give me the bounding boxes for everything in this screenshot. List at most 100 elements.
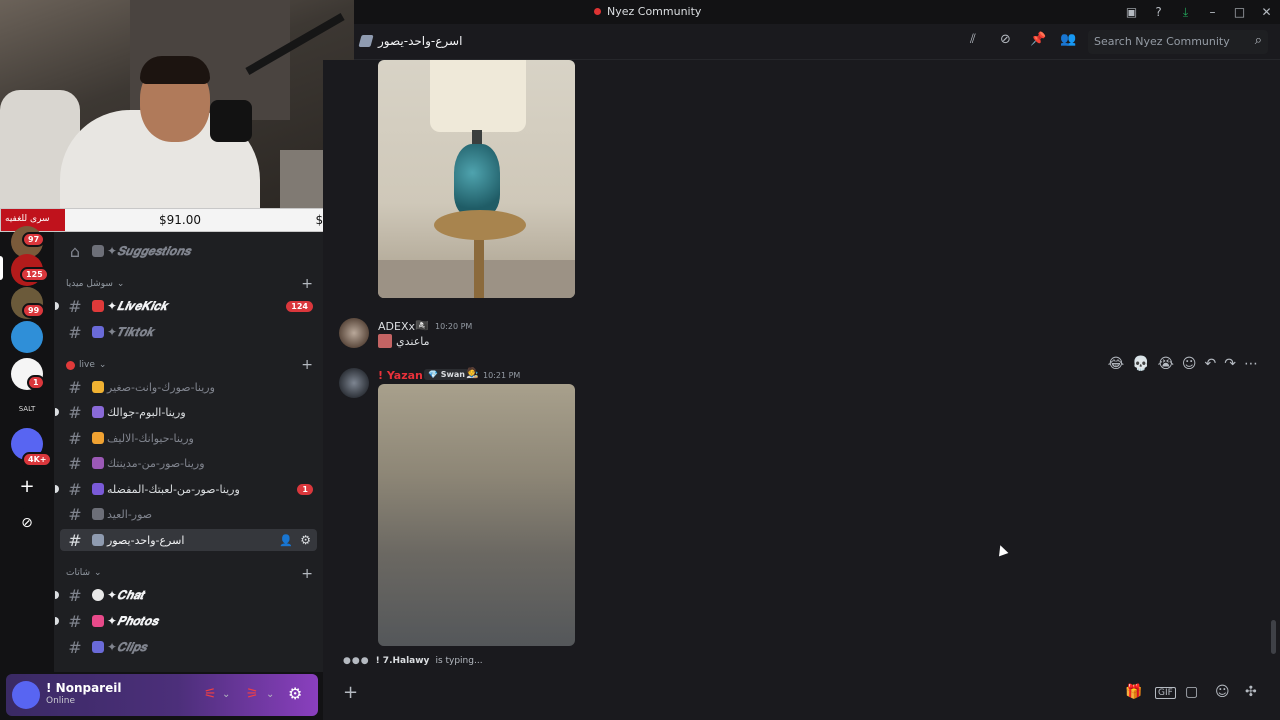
invite-icon[interactable]: 👤	[279, 534, 293, 547]
server-icon[interactable]: SALT	[11, 393, 43, 425]
message-image-attachment[interactable]	[378, 60, 575, 298]
sticker-icon[interactable]: ▢	[1185, 684, 1198, 700]
gear-icon[interactable]: ⚙	[288, 684, 302, 703]
chevron-down-icon[interactable]: ⌄	[266, 689, 274, 700]
scrollbar-thumb[interactable]	[1271, 620, 1276, 654]
hash-icon: #	[68, 530, 82, 550]
role-icon: 🧑‍🎨	[466, 368, 479, 379]
role-icon: 🏴‍☠️	[415, 319, 429, 332]
search-input[interactable]: Search Nyez Community ⌕	[1088, 30, 1268, 54]
reaction-laugh[interactable]: 😂	[1108, 356, 1124, 372]
minimize-icon[interactable]: –	[1199, 5, 1226, 19]
chevron-down-icon[interactable]: ⌄	[222, 689, 230, 700]
headphones-muted-icon[interactable]: ⚞	[246, 686, 259, 702]
members-icon[interactable]: 👥	[1060, 32, 1076, 47]
category-live[interactable]: live ⌄	[66, 360, 106, 370]
image-lampshade	[430, 60, 526, 132]
username: ! Nonpareil	[46, 681, 122, 695]
window-controls: ▣ ? ⤓ – □ ✕	[1118, 0, 1280, 24]
reaction-skull[interactable]: 💀	[1132, 356, 1149, 372]
forward-icon[interactable]: ↷	[1224, 356, 1236, 372]
server-badge: 99	[22, 303, 46, 318]
channel-chat[interactable]: # ✦𝑪𝒉𝒂𝒕	[55, 584, 317, 606]
message-composer[interactable]: + 🎁 GIF ▢ ☺ ✣	[323, 672, 1280, 720]
message-image-attachment[interactable]	[378, 384, 575, 646]
channel-title-text: اسرع-واحد-يصور	[378, 34, 463, 48]
avatar[interactable]	[339, 368, 369, 398]
channel-label: ورينا-صورك-وانت-صغير	[107, 380, 215, 394]
live-dot-icon	[66, 360, 75, 370]
channel-label: ✦𝑷𝒉𝒐𝒕𝒐𝒔	[107, 613, 158, 628]
channel-livekick[interactable]: # ✦𝑳𝒊𝒗𝒆𝑲𝒊𝒄𝒌 124	[55, 295, 317, 317]
reaction-cry[interactable]: 😭	[1158, 356, 1174, 372]
avatar[interactable]	[339, 318, 369, 348]
server-badge: 125	[20, 267, 49, 282]
channel-live-5[interactable]: # صور-العيد	[60, 503, 317, 525]
add-channel-icon[interactable]: +	[301, 357, 313, 373]
gear-icon[interactable]: ⚙	[300, 533, 311, 547]
channel-live-3[interactable]: # ورينا-صور-من-مدينتك	[60, 452, 317, 474]
channel-clips[interactable]: # ✦𝑪𝒍𝒊𝒑𝒔	[60, 636, 317, 658]
channel-emoji-icon	[92, 457, 104, 469]
close-icon[interactable]: ✕	[1253, 5, 1280, 19]
add-channel-icon[interactable]: +	[301, 276, 313, 292]
channel-live-2[interactable]: # ورينا-حيوانك-الاليف	[60, 427, 317, 449]
reply-icon[interactable]: ↶	[1205, 356, 1217, 372]
channel-live-1[interactable]: # ورينا-البوم-جوالك	[55, 401, 317, 423]
hash-icon: #	[68, 611, 82, 631]
channel-title: اسرع-واحد-يصور	[358, 34, 463, 48]
channel-emoji-icon	[92, 300, 104, 312]
gift-icon[interactable]: 🎁	[1125, 684, 1142, 700]
channel-live-4[interactable]: # ورينا-صور-من-لعبتك-المفضله 1	[55, 478, 317, 500]
typing-dots-icon: ●●●	[343, 656, 370, 666]
search-icon: ⌕	[1254, 33, 1262, 48]
inline-emoji-icon	[378, 334, 392, 348]
category-chats[interactable]: شاتات ⌄	[66, 568, 102, 578]
discover-icon[interactable]: ⊘	[11, 508, 43, 540]
donation-goal-bar: سرى للغفيه $91.00 $500	[0, 208, 351, 232]
hash-icon: #	[68, 637, 82, 657]
help-icon[interactable]: ?	[1145, 5, 1172, 19]
channel-photos[interactable]: # ✦𝑷𝒉𝒐𝒕𝒐𝒔	[55, 610, 317, 632]
add-reaction-icon[interactable]: ☺	[1182, 356, 1197, 372]
channel-live-0[interactable]: # ورينا-صورك-وانت-صغير	[60, 376, 317, 398]
server-icon[interactable]	[11, 321, 43, 353]
message-text: ماعندي	[396, 334, 430, 348]
hash-icon: #	[68, 428, 82, 448]
channel-label: ✦𝑪𝒉𝒂𝒕	[107, 587, 144, 602]
gif-icon[interactable]: GIF	[1155, 687, 1176, 699]
channel-suggestions[interactable]: ⌂ ✦𝑺𝒖𝒈𝒈𝒆𝒔𝒕𝒊𝒐𝒏𝒔	[60, 240, 317, 262]
user-box[interactable]: ! Nonpareil Online ⚟ ⌄ ⚞ ⌄ ⚙	[6, 674, 318, 716]
inbox-icon[interactable]: ▣	[1118, 5, 1145, 19]
typing-user: ! 7.Halawy	[375, 656, 430, 666]
more-icon[interactable]: ⋯	[1244, 356, 1258, 372]
channel-label: ✦𝑪𝒍𝒊𝒑𝒔	[107, 639, 147, 654]
threads-icon[interactable]: ⫽	[970, 32, 976, 47]
channel-live-6-selected[interactable]: # اسرع-واحد-يصور 👤 ⚙	[60, 529, 317, 551]
channel-tiktok[interactable]: # ✦𝑻𝒊𝒌𝒕𝒐𝒌	[60, 321, 317, 343]
window-title: Nyez Community	[594, 5, 701, 18]
message-author[interactable]: ! Yazan	[378, 369, 423, 382]
user-status: Online	[46, 696, 76, 706]
streamer-hair	[140, 56, 210, 84]
unread-indicator	[55, 485, 59, 493]
pin-icon[interactable]: 📌	[1030, 32, 1046, 47]
apps-icon[interactable]: ✣	[1245, 684, 1257, 700]
download-icon[interactable]: ⤓	[1172, 5, 1199, 20]
add-server-icon[interactable]: +	[11, 472, 43, 504]
upload-plus-icon[interactable]: +	[343, 682, 358, 703]
maximize-icon[interactable]: □	[1226, 5, 1253, 19]
hash-icon: #	[68, 453, 82, 473]
notifications-muted-icon[interactable]: ⊘	[1000, 32, 1011, 47]
hash-icon: #	[68, 479, 82, 499]
avatar[interactable]	[12, 681, 40, 709]
emoji-icon[interactable]: ☺	[1215, 684, 1230, 700]
donation-label: سرى للغفيه	[5, 214, 50, 224]
message-hover-toolbar: 😂 💀 😭 ☺ ↶ ↷ ⋯	[1108, 356, 1258, 372]
server-badge: 4K+	[22, 452, 53, 467]
server-rail: 97 125 99 1 SALT 4K+ + ⊘	[0, 226, 54, 672]
category-social[interactable]: سوشل ميديا ⌄	[66, 279, 124, 289]
mic-muted-icon[interactable]: ⚟	[204, 686, 217, 702]
message-author[interactable]: ADEXx	[378, 320, 415, 333]
add-channel-icon[interactable]: +	[301, 566, 313, 582]
